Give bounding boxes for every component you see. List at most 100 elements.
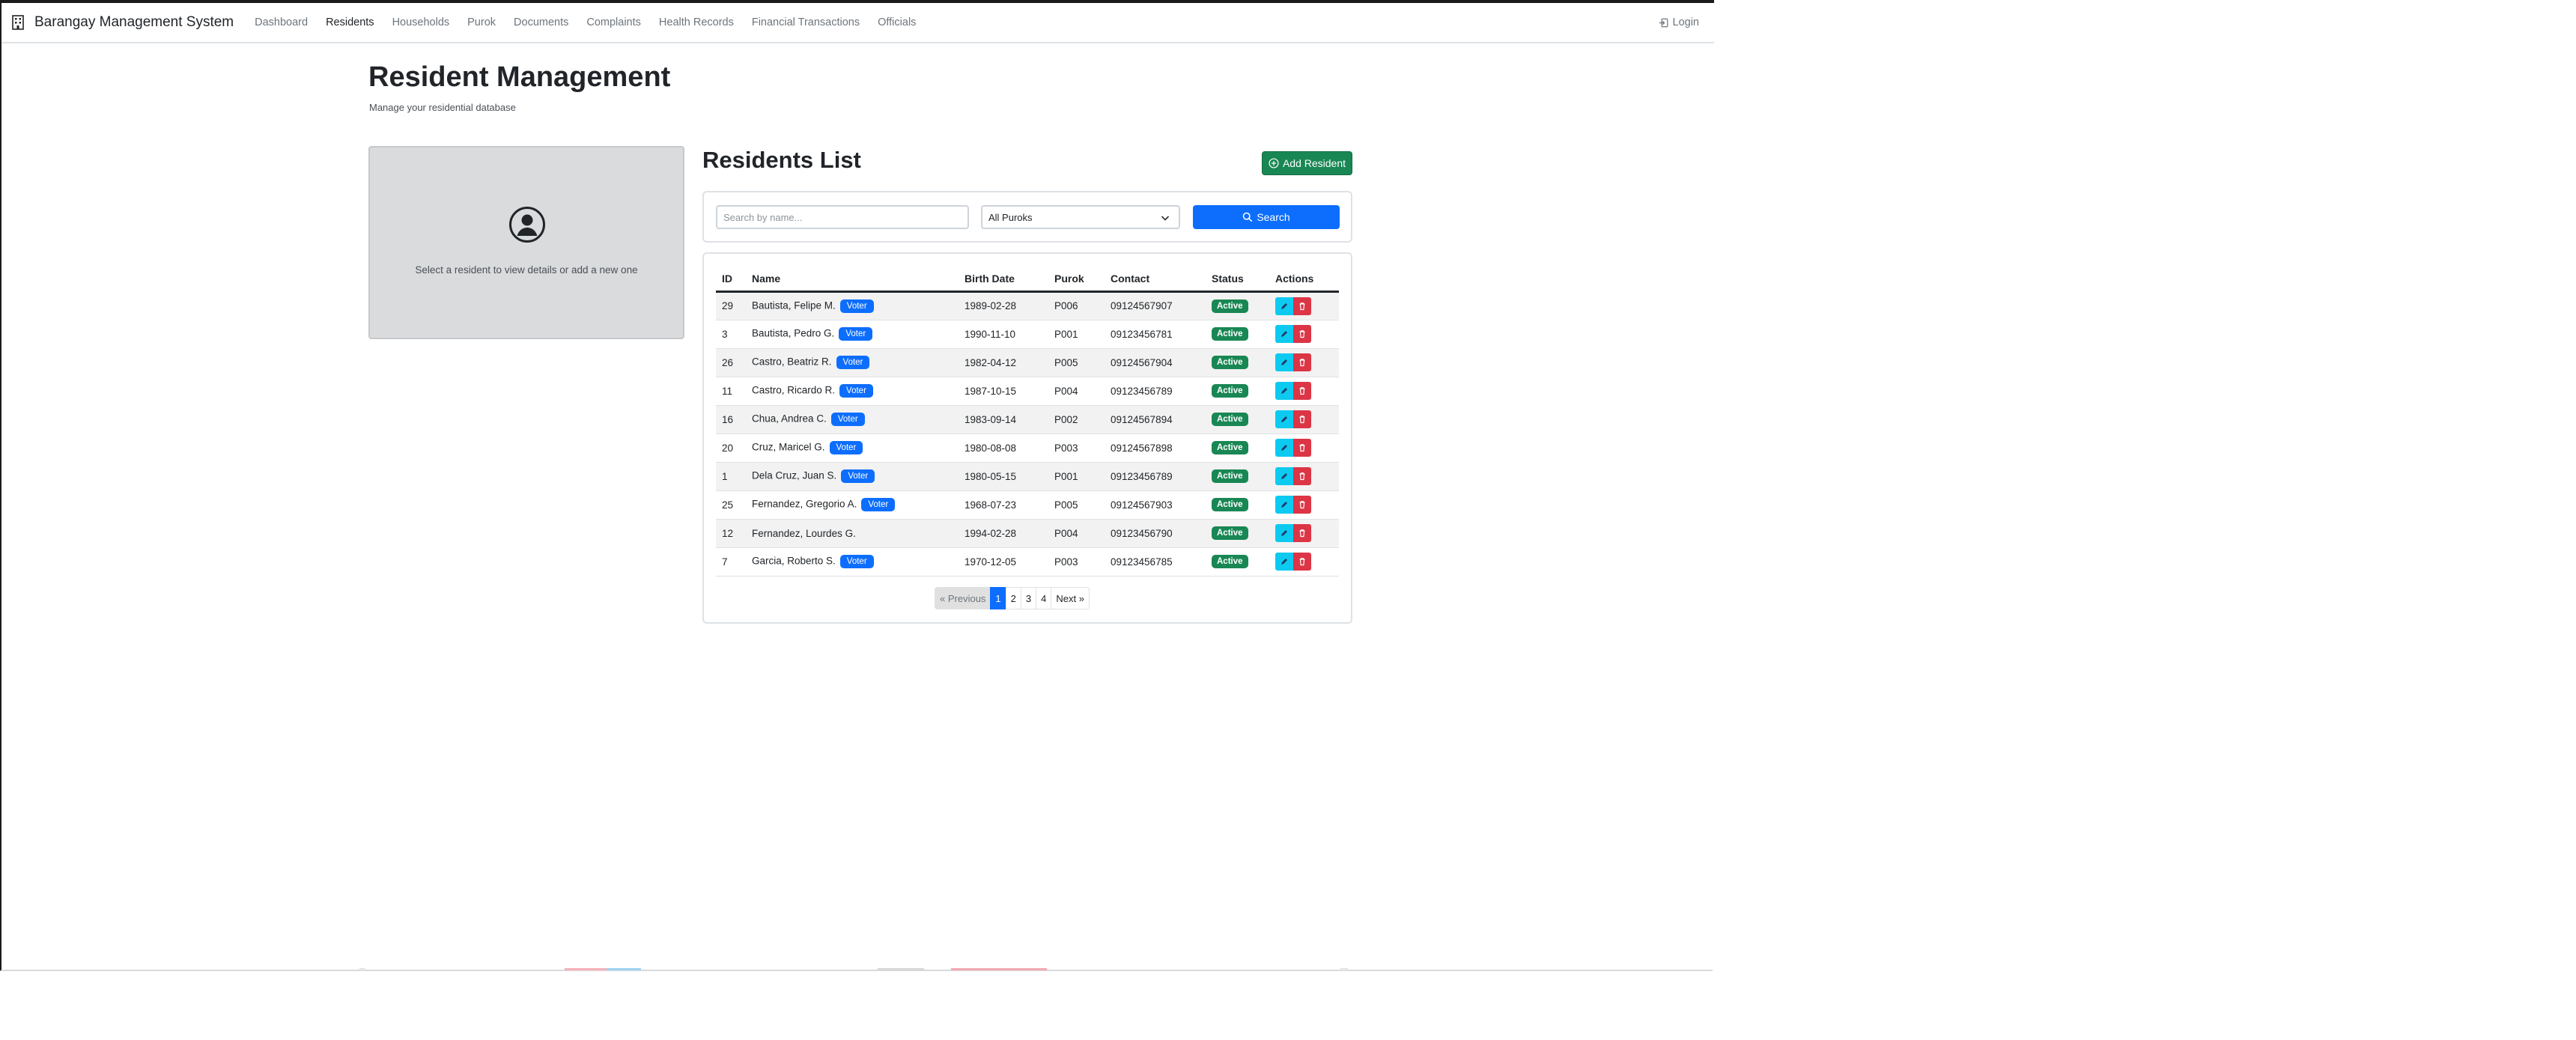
column-header-birth-date[interactable]: Birth Date [959, 267, 1048, 293]
brand[interactable]: Barangay Management System [12, 14, 234, 31]
cell-status: Active [1206, 348, 1269, 377]
search-button[interactable]: Search [1193, 205, 1340, 229]
pagination-page-4[interactable]: 4 [1036, 587, 1052, 609]
cell-name: Chua, Andrea C. Voter [746, 405, 959, 434]
voter-badge: Voter [839, 384, 873, 398]
delete-button[interactable] [1293, 439, 1311, 457]
delete-button[interactable] [1293, 325, 1311, 343]
edit-button[interactable] [1275, 439, 1293, 457]
voter-badge: Voter [830, 413, 865, 426]
nav-item-officials[interactable]: Officials [878, 16, 916, 28]
delete-button[interactable] [1293, 353, 1311, 371]
nav-item-households[interactable]: Households [392, 16, 450, 28]
pagination-page-3[interactable]: 3 [1020, 587, 1037, 609]
nav-item-health-records[interactable]: Health Records [659, 16, 734, 28]
table-row[interactable]: 3 Bautista, Pedro G. Voter 1990-11-10 P001 09… [716, 320, 1339, 349]
edit-button[interactable] [1275, 382, 1293, 400]
edit-button[interactable] [1275, 353, 1293, 371]
edit-button[interactable] [1275, 467, 1293, 485]
delete-button[interactable] [1293, 553, 1311, 571]
voter-badge: Voter [861, 498, 896, 511]
add-resident-button[interactable]: Add Resident [1262, 151, 1352, 175]
cell-status: Active [1206, 490, 1269, 520]
table-row[interactable]: 7 Garcia, Roberto S. Voter 1970-12-05 P003 09… [716, 547, 1339, 577]
purok-select-value: All Puroks [988, 211, 1033, 223]
cell-status: Active [1206, 434, 1269, 463]
pagination-next[interactable]: Next » [1051, 587, 1090, 609]
delete-button[interactable] [1293, 524, 1311, 542]
pencil-icon [1281, 502, 1287, 508]
nav-item-purok[interactable]: Purok [467, 16, 496, 28]
cell-name: Cruz, Maricel G. Voter [746, 434, 959, 463]
edit-button[interactable] [1275, 524, 1293, 542]
delete-button[interactable] [1293, 382, 1311, 400]
add-resident-label: Add Resident [1282, 157, 1346, 169]
pagination-page-1[interactable]: 1 [990, 587, 1006, 609]
edit-button[interactable] [1275, 297, 1293, 315]
pencil-icon [1281, 302, 1287, 309]
pencil-icon [1281, 359, 1287, 365]
table-row[interactable]: 25 Fernandez, Gregorio A. Voter 1968-07-23 P… [716, 490, 1339, 520]
bottom-artifact [1340, 968, 1348, 970]
cell-actions [1269, 434, 1339, 463]
edit-button[interactable] [1275, 410, 1293, 428]
voter-badge: Voter [836, 356, 870, 369]
cell-birth-date: 1983-09-14 [959, 405, 1048, 434]
cell-birth-date: 1980-08-08 [959, 434, 1048, 463]
edit-button[interactable] [1275, 553, 1293, 571]
pencil-icon [1281, 530, 1287, 536]
table-row[interactable]: 16 Chua, Andrea C. Voter 1983-09-14 P002 0912… [716, 405, 1339, 434]
purok-select[interactable]: All Puroks [981, 205, 1180, 229]
table-header-row: ID Name Birth Date Purok Contact Status … [716, 267, 1339, 293]
cell-name: Fernandez, Lourdes G. [746, 519, 959, 548]
table-row[interactable]: 12 Fernandez, Lourdes G. 1994-02-28 P004 091… [716, 519, 1339, 548]
cell-birth-date: 1990-11-10 [959, 320, 1048, 349]
bottom-artifact [565, 968, 607, 970]
cell-actions [1269, 291, 1339, 320]
cell-status: Active [1206, 462, 1269, 491]
column-header-purok[interactable]: Purok [1048, 267, 1105, 293]
cell-name: Castro, Ricardo R. Voter [746, 377, 959, 406]
table-row[interactable]: 20 Cruz, Maricel G. Voter 1980-08-08 P003 091… [716, 434, 1339, 463]
delete-button[interactable] [1293, 297, 1311, 315]
cell-contact: 09124567904 [1105, 348, 1206, 377]
cell-contact: 09123456790 [1105, 519, 1206, 548]
pagination-previous[interactable]: « Previous [935, 587, 991, 609]
column-header-status[interactable]: Status [1206, 267, 1269, 293]
nav-item-residents[interactable]: Residents [326, 16, 374, 28]
plus-circle-icon [1269, 158, 1279, 168]
pagination-page-2[interactable]: 2 [1005, 587, 1021, 609]
delete-button[interactable] [1293, 467, 1311, 485]
nav-item-documents[interactable]: Documents [514, 16, 568, 28]
column-header-contact[interactable]: Contact [1105, 267, 1206, 293]
column-header-id[interactable]: ID [716, 267, 746, 293]
table-row[interactable]: 11 Castro, Ricardo R. Voter 1987-10-15 P004 0… [716, 377, 1339, 406]
search-button-label: Search [1257, 211, 1290, 223]
search-input[interactable] [716, 205, 969, 229]
login-link[interactable]: Login [1659, 16, 1699, 28]
resident-name: Cruz, Maricel G. [752, 441, 825, 453]
cell-name: Dela Cruz, Juan S. Voter [746, 462, 959, 491]
delete-button[interactable] [1293, 496, 1311, 514]
cell-purok: P006 [1048, 291, 1105, 320]
resident-name: Castro, Ricardo R. [752, 384, 836, 396]
cell-contact: 09123456785 [1105, 547, 1206, 577]
cell-birth-date: 1989-02-28 [959, 291, 1048, 320]
bottom-artifact [878, 968, 924, 970]
column-header-name[interactable]: Name [746, 267, 959, 293]
trash-icon [1299, 558, 1305, 566]
cell-purok: P003 [1048, 434, 1105, 463]
delete-button[interactable] [1293, 410, 1311, 428]
person-circle-icon [508, 206, 546, 243]
nav-item-complaints[interactable]: Complaints [586, 16, 641, 28]
cell-status: Active [1206, 405, 1269, 434]
edit-button[interactable] [1275, 325, 1293, 343]
nav-item-dashboard[interactable]: Dashboard [255, 16, 308, 28]
table-row[interactable]: 26 Castro, Beatriz R. Voter 1982-04-12 P005 0… [716, 348, 1339, 377]
login-label: Login [1672, 16, 1699, 28]
edit-button[interactable] [1275, 496, 1293, 514]
page-title: Resident Management [368, 61, 671, 93]
nav-item-financial-transactions[interactable]: Financial Transactions [752, 16, 860, 28]
table-row[interactable]: 1 Dela Cruz, Juan S. Voter 1980-05-15 P001 09… [716, 462, 1339, 491]
table-row[interactable]: 29 Bautista, Felipe M. Voter 1989-02-28 P006… [716, 291, 1339, 320]
